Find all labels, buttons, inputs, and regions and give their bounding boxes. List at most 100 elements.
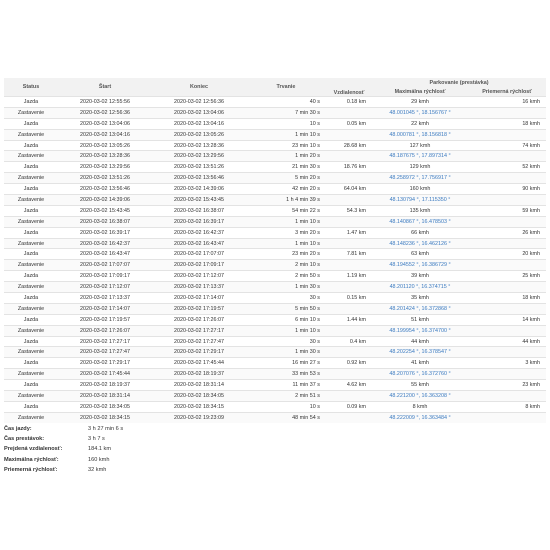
row-location-link[interactable]: 48.187675 °, 17.897314 °: [372, 150, 468, 162]
row-distance: [326, 346, 372, 358]
row-duration: 1 min 20 s: [246, 150, 326, 162]
row-start: 2020-03-02 16:42:37: [58, 237, 152, 249]
row-duration: 1 min 10 s: [246, 324, 326, 337]
row-end: 2020-03-02 16:39:17: [152, 215, 246, 228]
row-location-link[interactable]: 48.222009 °, 16.363484 °: [372, 411, 468, 423]
row-start: 2020-03-02 16:39:17: [58, 226, 152, 239]
row-avg-speed: [468, 194, 546, 206]
row-start: 2020-03-02 17:09:17: [58, 270, 152, 282]
row-avg-speed: 52 kmh: [468, 161, 546, 173]
table-row: Jazda 2020-03-02 17:13:37 2020-03-02 17:14…: [4, 292, 546, 304]
summary-value: 3 h 7 s: [88, 436, 105, 443]
table-row: Jazda 2020-03-02 17:09:17 2020-03-02 17:12…: [4, 270, 546, 282]
row-avg-speed: 74 kmh: [468, 139, 546, 151]
trip-table-body: Jazda 2020-03-02 12:55:56 2020-03-02 12:56…: [4, 96, 546, 423]
row-location-link[interactable]: 48.199954 °, 16.374700 °: [372, 324, 468, 337]
row-start: 2020-03-02 18:34:05: [58, 400, 152, 413]
row-location-link[interactable]: 48.001045 °, 18.156767 °: [372, 106, 468, 119]
row-status: Jazda: [4, 379, 58, 391]
row-status: Jazda: [4, 183, 58, 195]
row-start: 2020-03-02 18:19:37: [58, 379, 152, 391]
row-distance: [326, 259, 372, 271]
row-duration: 5 min 20 s: [246, 172, 326, 184]
row-location-link[interactable]: 48.130794 °, 17.115350 °: [372, 194, 468, 206]
row-end: 2020-03-02 18:19:37: [152, 368, 246, 380]
row-max-speed: 44 kmh: [372, 335, 468, 347]
row-location-link[interactable]: 48.221200 °, 16.363208 °: [372, 390, 468, 402]
row-location-link[interactable]: 48.194552 °, 16.386729 °: [372, 259, 468, 271]
row-location-link[interactable]: 48.000781 °, 18.156818 °: [372, 128, 468, 141]
row-distance: [326, 106, 372, 119]
row-end: 2020-03-02 16:42:37: [152, 226, 246, 239]
row-distance: [326, 281, 372, 293]
table-row: Zastavenie 2020-03-02 17:45:44 2020-03-02 …: [4, 368, 546, 380]
row-duration: 30 s: [246, 292, 326, 304]
row-location-link[interactable]: 48.148236 °, 16.462126 °: [372, 237, 468, 249]
row-end: 2020-03-02 15:43:45: [152, 194, 246, 206]
trip-table: Status Štart Koniec Trvanie Vzdialenosť …: [4, 78, 546, 423]
row-distance: [326, 215, 372, 228]
table-row: Jazda 2020-03-02 18:34:05 2020-03-02 18:34…: [4, 400, 546, 413]
row-location-link[interactable]: 48.201120 °, 16.374715 °: [372, 281, 468, 293]
header-duration: Trvanie: [246, 78, 326, 97]
row-max-speed: 63 kmh: [372, 248, 468, 260]
row-distance: [326, 390, 372, 402]
row-distance: [326, 194, 372, 206]
row-status: Jazda: [4, 139, 58, 151]
row-start: 2020-03-02 17:26:07: [58, 324, 152, 337]
row-status: Zastavenie: [4, 411, 58, 423]
table-row: Zastavenie 2020-03-02 13:51:26 2020-03-02 …: [4, 172, 546, 184]
summary-value: 184.1 km: [88, 446, 112, 453]
summary-row: Priemerná rýchlosť: 32 kmh: [4, 465, 123, 475]
row-max-speed: 55 kmh: [372, 379, 468, 391]
row-max-speed: 129 kmh: [372, 161, 468, 173]
row-duration: 7 min 30 s: [246, 106, 326, 119]
row-end: 2020-03-02 18:34:05: [152, 390, 246, 402]
row-duration: 5 min 50 s: [246, 302, 326, 315]
row-distance: 1.19 km: [326, 270, 372, 282]
row-max-speed: 135 kmh: [372, 204, 468, 217]
row-max-speed: 160 kmh: [372, 183, 468, 195]
row-avg-speed: 25 kmh: [468, 270, 546, 282]
row-avg-speed: [468, 368, 546, 380]
row-location-link[interactable]: 48.207076 °, 16.372760 °: [372, 368, 468, 380]
row-avg-speed: [468, 237, 546, 249]
row-duration: 2 min 10 s: [246, 259, 326, 271]
row-end: 2020-03-02 17:19:57: [152, 302, 246, 315]
row-status: Jazda: [4, 400, 58, 413]
table-row: Zastavenie 2020-03-02 13:04:16 2020-03-02 …: [4, 128, 546, 141]
table-row: Zastavenie 2020-03-02 16:38:07 2020-03-02 …: [4, 215, 546, 228]
row-end: 2020-03-02 18:31:14: [152, 379, 246, 391]
row-distance: 0.4 km: [326, 335, 372, 347]
row-location-link[interactable]: 48.258972 °, 17.756917 °: [372, 172, 468, 184]
row-location-link[interactable]: 48.140867 °, 16.478503 °: [372, 215, 468, 228]
summary-row: Čas jazdy: 3 h 27 min 6 s: [4, 424, 123, 434]
row-duration: 54 min 22 s: [246, 204, 326, 217]
row-avg-speed: 18 kmh: [468, 292, 546, 304]
row-status: Zastavenie: [4, 150, 58, 162]
row-distance: [326, 237, 372, 249]
row-location-link[interactable]: 48.201424 °, 16.372868 °: [372, 302, 468, 315]
row-distance: [326, 150, 372, 162]
row-distance: [326, 324, 372, 337]
row-duration: 2 min 50 s: [246, 270, 326, 282]
table-row: Zastavenie 2020-03-02 13:28:36 2020-03-02 …: [4, 150, 546, 162]
table-row: Zastavenie 2020-03-02 17:12:07 2020-03-02 …: [4, 281, 546, 293]
row-start: 2020-03-02 13:04:06: [58, 117, 152, 130]
row-start: 2020-03-02 17:12:07: [58, 281, 152, 293]
row-duration: 23 min 10 s: [246, 139, 326, 151]
row-distance: 0.18 km: [326, 96, 372, 108]
row-max-speed: 51 kmh: [372, 313, 468, 326]
row-start: 2020-03-02 17:19:57: [58, 313, 152, 326]
row-avg-speed: 8 kmh: [468, 400, 546, 413]
row-distance: 0.92 km: [326, 357, 372, 369]
table-row: Jazda 2020-03-02 12:55:56 2020-03-02 12:56…: [4, 96, 546, 108]
row-distance: 28.68 km: [326, 139, 372, 151]
row-distance: 64.04 km: [326, 183, 372, 195]
row-end: 2020-03-02 13:29:56: [152, 150, 246, 162]
row-location-link[interactable]: 48.202254 °, 16.378547 °: [372, 346, 468, 358]
row-status: Jazda: [4, 313, 58, 326]
row-start: 2020-03-02 15:43:45: [58, 204, 152, 217]
row-start: 2020-03-02 17:13:37: [58, 292, 152, 304]
summary-row: Maximálna rýchlosť: 160 kmh: [4, 455, 123, 465]
